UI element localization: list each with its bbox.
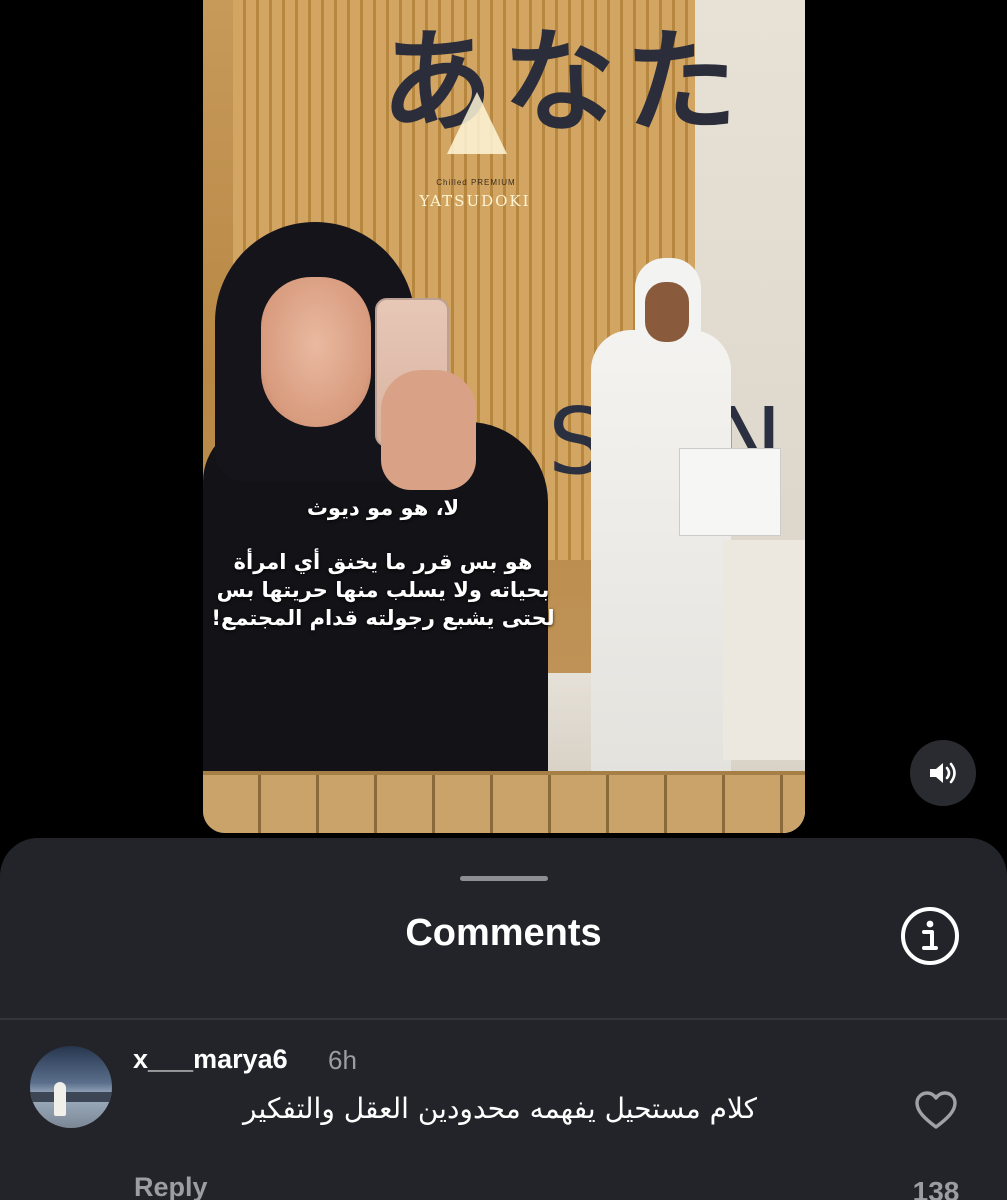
japanese-sign: あなた (381, 18, 747, 148)
comment-text: كلام مستحيل يفهمه محدودين العقل والتفكير (243, 1092, 757, 1125)
brand-sign: YATSUDOKI (419, 192, 531, 210)
video-player[interactable]: あなた Chilled PREMIUM YATSUDOKI SIN لا، هو… (203, 0, 805, 833)
comments-sheet: Comments x___marya6 6h كلام مستحيل يفهمه… (0, 838, 1007, 1200)
sheet-title: Comments (405, 912, 602, 954)
screen: あなた Chilled PREMIUM YATSUDOKI SIN لا، هو… (0, 0, 1007, 1200)
info-button[interactable] (900, 906, 960, 966)
info-icon (901, 907, 959, 965)
video-caption: لا، هو مو ديوث هو بس قرر ما يخنق أي امرأ… (203, 494, 563, 632)
robe (591, 330, 731, 780)
caption-line-1: لا، هو مو ديوث (306, 496, 460, 520)
comment-time: 6h (328, 1045, 357, 1075)
table (723, 540, 805, 760)
shopping-bag (679, 448, 781, 536)
caption-line-2: هو بس قرر ما يخنق أي امرأة بحياته ولا يس… (211, 550, 555, 630)
face (261, 277, 371, 427)
avatar-figure (54, 1082, 66, 1116)
sound-button[interactable] (910, 740, 976, 806)
comment-username[interactable]: x___marya6 (133, 1044, 288, 1075)
brand-logo (447, 92, 507, 154)
hand (381, 370, 476, 490)
avatar[interactable] (30, 1046, 112, 1128)
shelf (203, 771, 805, 833)
sheet-drag-handle[interactable] (460, 876, 548, 881)
speaker-volume-icon (930, 762, 956, 784)
avatar-shore (30, 1092, 112, 1102)
reply-button[interactable]: Reply (134, 1172, 208, 1200)
comment-item: x___marya6 6h كلام مستحيل يفهمه محدودين … (0, 1020, 1007, 1200)
brand-subtitle: Chilled PREMIUM (436, 178, 516, 187)
like-count: 138 (912, 1176, 960, 1200)
like-button[interactable] (914, 1090, 958, 1130)
heart-icon (915, 1091, 957, 1129)
man-face (645, 282, 689, 342)
